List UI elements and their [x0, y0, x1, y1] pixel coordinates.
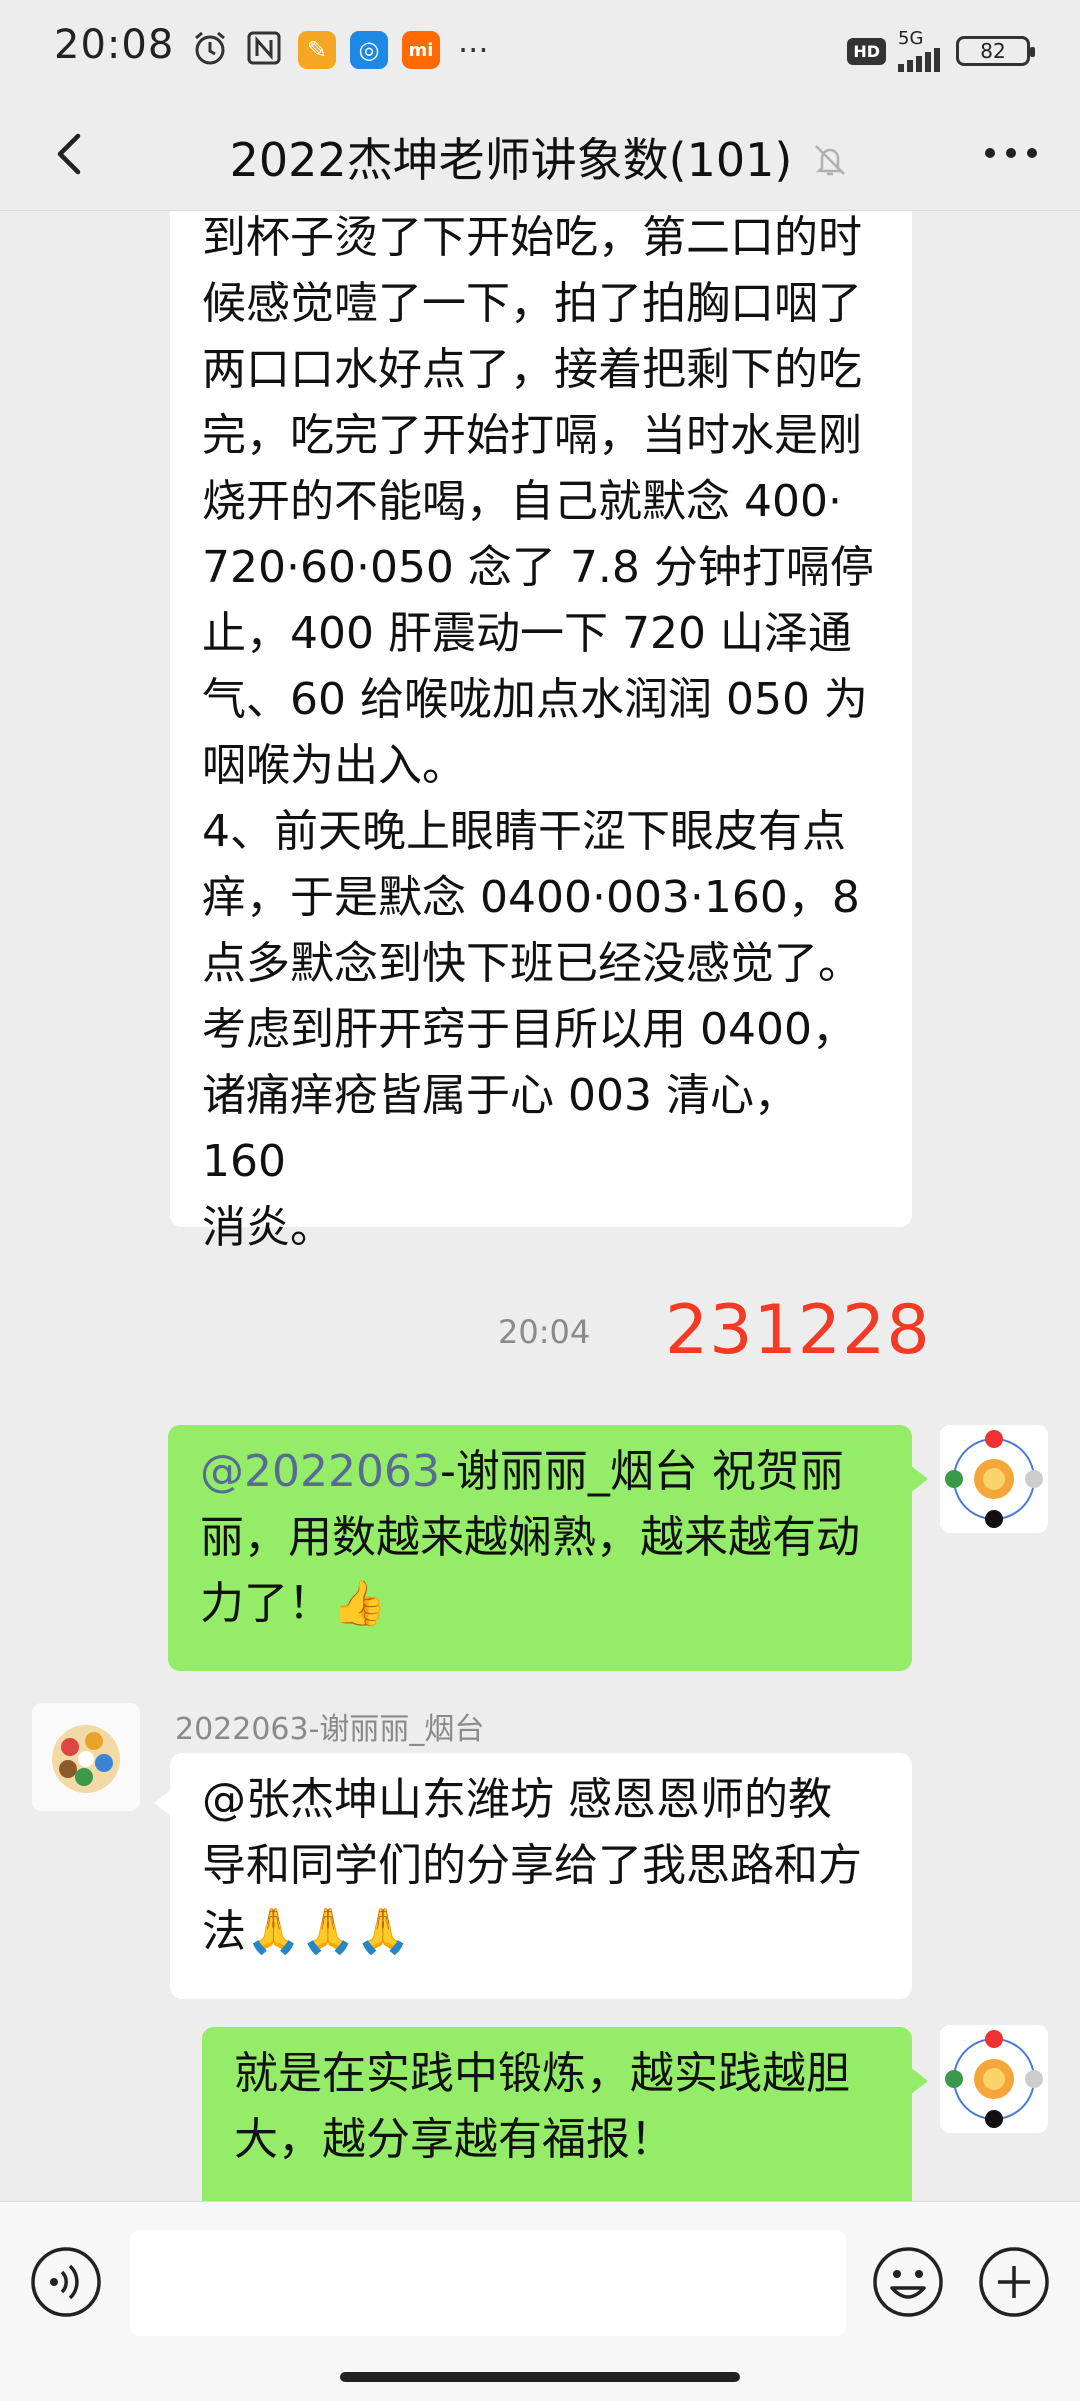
message-line: 止，400 肝震动一下 720 山泽通 — [202, 608, 852, 659]
message-line: 消炎。 — [202, 1202, 334, 1253]
mention-link[interactable]: @2022063 — [200, 1446, 440, 1497]
home-indicator[interactable] — [340, 2372, 740, 2382]
chat-messages[interactable]: 到杯子烫了下开始吃，第二口的时 候感觉噎了一下，拍了拍胸口咽了 两口口水好点了，… — [0, 211, 1080, 2201]
emoji-icon[interactable] — [870, 2244, 946, 2320]
message-line: 到杯子烫了下开始吃，第二口的时 — [202, 212, 862, 263]
alarm-icon — [190, 28, 230, 72]
message-line: 丽，用数越来越娴熟，越来越有动 — [200, 1512, 860, 1563]
message-line: 720·60·050 念了 7.8 分钟打嗝停 — [202, 542, 874, 593]
message-line: 烧开的不能喝，自己就默念 400· — [202, 476, 842, 527]
network-type: 5G — [898, 28, 924, 49]
status-system-icons: HD 5G 82 — [847, 30, 1035, 72]
message-line: 导和同学们的分享给了我思路和方 — [202, 1840, 862, 1891]
message-line: 力了！👍 — [200, 1578, 387, 1629]
mi-icon: mi — [402, 31, 440, 69]
sender-name: 2022063-谢丽丽_烟台 — [175, 1712, 485, 1747]
message-line: 两口口水好点了，接着把剩下的吃 — [202, 344, 862, 395]
status-time: 20:08 — [54, 22, 175, 68]
hd-badge: HD — [847, 37, 886, 65]
message-bubble-incoming[interactable]: 到杯子烫了下开始吃，第二口的时 候感觉噎了一下，拍了拍胸口咽了 两口口水好点了，… — [170, 211, 912, 1253]
message-line: 大，越分享越有福报！ — [234, 2114, 674, 2165]
message-line: 咽喉为出入。 — [202, 740, 466, 791]
chat-title: 2022杰坤老师讲象数(101) — [229, 133, 793, 187]
message-timestamp: 20:04 — [498, 1313, 591, 1351]
chat-title-wrap: 2022杰坤老师讲象数(101) — [0, 124, 1080, 191]
message-line: 诸痛痒疮皆属于心 003 清心，160 — [202, 1070, 798, 1187]
status-notification-icons: ✎ ◎ mi ··· — [190, 28, 489, 72]
message-line: 候感觉噎了一下，拍了拍胸口咽了 — [202, 278, 862, 329]
message-line: 就是在实践中锻炼，越实践越胆 — [234, 2048, 850, 2099]
avatar[interactable] — [940, 1425, 1048, 1533]
signal-icon: 5G — [898, 30, 944, 72]
plus-icon[interactable] — [976, 2244, 1052, 2320]
status-bar: 20:08 ✎ ◎ mi ··· HD 5G 82 — [0, 0, 1080, 100]
message-line: 点多默念到快下班已经没感觉了。 — [202, 938, 862, 989]
bell-off-icon — [810, 137, 850, 191]
avatar[interactable] — [32, 1703, 140, 1811]
message-line: 考虑到肝开窍于目所以用 0400， — [202, 1004, 856, 1055]
message-line: @2022063-谢丽丽_烟台 祝贺丽 — [200, 1439, 880, 1505]
message-bubble-outgoing[interactable]: 就是在实践中锻炼，越实践越胆 大，越分享越有福报！ — [202, 2027, 928, 2201]
message-text: -谢丽丽_烟台 祝贺丽 — [439, 1446, 844, 1497]
nfc-icon — [244, 28, 284, 72]
ellipsis-icon[interactable] — [976, 128, 1046, 178]
bank-app-icon: ◎ — [350, 31, 388, 69]
more-notifications-icon: ··· — [458, 31, 489, 69]
input-bar — [0, 2201, 1080, 2401]
message-bubble-incoming[interactable]: @张杰坤山东潍坊 感恩恩师的教 导和同学们的分享给了我思路和方 法🙏🙏🙏 — [154, 1753, 912, 1999]
overlay-number: 231228 — [665, 1291, 931, 1370]
message-line: 法🙏🙏🙏 — [202, 1906, 411, 1957]
message-line: 完，吃完了开始打嗝，当时水是刚 — [202, 410, 862, 461]
app-notification-icon: ✎ — [298, 31, 336, 69]
voice-icon[interactable] — [28, 2244, 104, 2320]
message-line: 痒，于是默念 0400·003·160，8 — [202, 872, 860, 923]
message-line: 气、60 给喉咙加点水润润 050 为 — [202, 674, 868, 725]
message-bubble-outgoing[interactable]: @2022063-谢丽丽_烟台 祝贺丽 丽，用数越来越娴熟，越来越有动 力了！👍 — [168, 1425, 928, 1671]
message-line: 4、前天晚上眼睛干涩下眼皮有点 — [202, 806, 846, 857]
message-line: @张杰坤山东潍坊 感恩恩师的教 — [202, 1774, 832, 1825]
avatar[interactable] — [940, 2025, 1048, 2133]
battery-icon: 82 — [956, 36, 1035, 66]
chat-header: 2022杰坤老师讲象数(101) — [0, 100, 1080, 211]
message-input[interactable] — [130, 2230, 846, 2336]
